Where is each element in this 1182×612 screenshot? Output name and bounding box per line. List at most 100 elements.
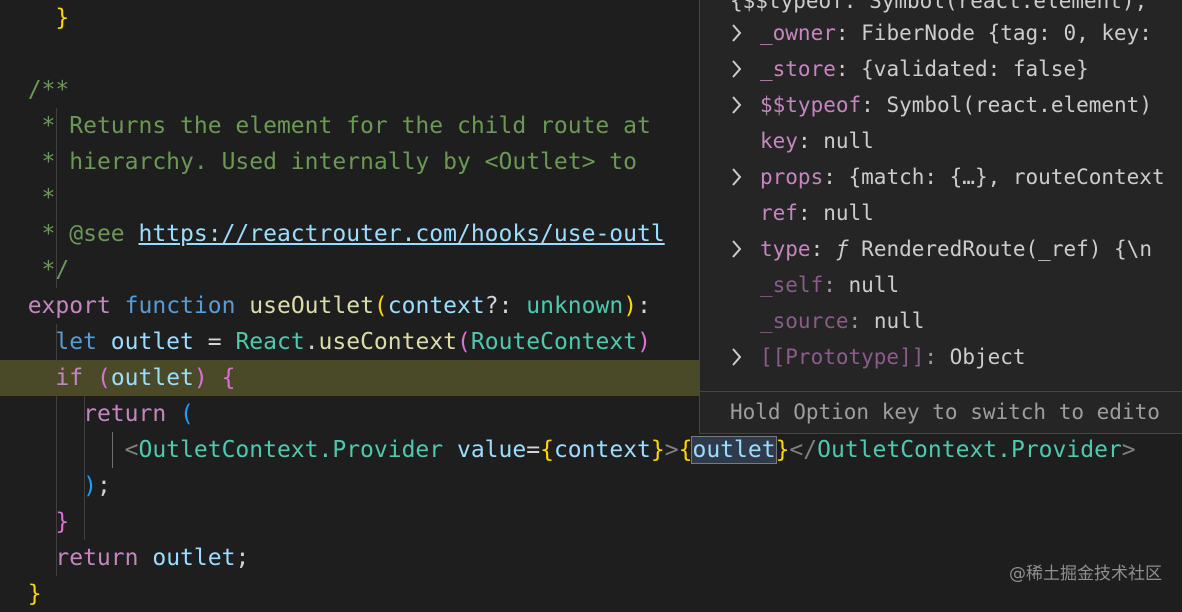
property-value: {validated: false}	[861, 57, 1089, 81]
brace: {	[221, 365, 236, 391]
hover-row[interactable]: _store: {validated: false}	[700, 51, 1182, 87]
property-key: _source	[760, 309, 849, 333]
brace: }	[650, 437, 665, 463]
paren: (	[96, 365, 111, 391]
hover-row[interactable]: _owner: FiberNode {tag: 0, key:	[700, 15, 1182, 51]
punct: ?:	[484, 293, 527, 319]
paren: )	[193, 365, 208, 391]
jsx-bracket: <	[124, 437, 139, 463]
property-key: key	[760, 129, 798, 153]
code-line: );	[0, 468, 1182, 504]
operator: =	[526, 437, 541, 463]
doc-comment-see: * @see	[27, 221, 139, 247]
property-colon: :	[823, 273, 849, 297]
brace: }	[27, 581, 42, 607]
hover-row[interactable]: props: {match: {…}, routeContext	[700, 159, 1182, 195]
paren: (	[457, 329, 471, 355]
jsx-bracket: </	[789, 437, 818, 463]
jsx-attr[interactable]: value	[457, 437, 526, 463]
property-colon: :	[823, 165, 849, 189]
var-outlet[interactable]: outlet	[152, 545, 235, 571]
property-colon: :	[924, 345, 950, 369]
punct: .	[304, 329, 319, 355]
brace: {	[678, 437, 693, 463]
hovered-var-outlet[interactable]: outlet	[691, 436, 777, 464]
property-key: props	[760, 165, 824, 189]
jsx-close-tag[interactable]: OutletContext.Provider	[817, 437, 1122, 463]
keyword-let: let	[55, 329, 97, 355]
punct: ;	[96, 473, 111, 499]
property-value: null	[823, 129, 874, 153]
hover-hint: Hold Option key to switch to edito	[700, 391, 1182, 433]
chevron-right-icon[interactable]	[730, 87, 750, 123]
property-key: [[Prototype]]	[760, 345, 925, 369]
keyword-if: if	[55, 365, 84, 391]
function-prefix: ƒ	[835, 237, 862, 261]
property-value: Symbol(react.element)	[886, 93, 1152, 117]
doc-comment-open: /**	[27, 77, 70, 103]
paren: )	[637, 329, 651, 355]
chevron-right-icon[interactable]	[730, 15, 750, 51]
property-value: null	[823, 201, 874, 225]
property-colon: :	[797, 201, 824, 225]
hover-row: key: null	[700, 123, 1182, 159]
debug-hover-popup[interactable]: {$$typeof: Symbol(react.element), _owner…	[699, 0, 1182, 434]
var-context[interactable]: context	[554, 437, 651, 463]
hover-row: ref: null	[700, 195, 1182, 231]
property-key: $$typeof	[760, 93, 862, 117]
jsx-bracket: >	[1121, 437, 1136, 463]
chevron-right-icon[interactable]	[730, 51, 750, 87]
chevron-right-icon[interactable]	[730, 231, 750, 267]
property-key: ref	[760, 201, 798, 225]
doc-comment-text: *	[27, 185, 56, 211]
doc-link[interactable]: https://reactrouter.com/hooks/use-outl	[138, 221, 664, 247]
code-line: return outlet;	[0, 540, 1182, 576]
keyword-return: return	[83, 401, 167, 427]
chevron-right-icon[interactable]	[730, 159, 750, 195]
property-colon: :	[797, 129, 824, 153]
hover-row[interactable]: $$typeof: Symbol(react.element)	[700, 87, 1182, 123]
param-name[interactable]: context	[388, 293, 485, 319]
keyword-function: function	[124, 293, 236, 319]
property-colon: :	[848, 309, 874, 333]
operator: =	[193, 329, 236, 355]
paren: (	[180, 401, 194, 427]
property-key: _owner	[760, 21, 836, 45]
property-value: Object	[949, 345, 1026, 369]
hover-row[interactable]: type: ƒ RenderedRoute(_ref) {\n	[700, 231, 1182, 267]
keyword-export: export	[27, 293, 111, 319]
chevron-right-icon[interactable]	[730, 339, 750, 375]
hover-row: _self: null	[700, 267, 1182, 303]
property-key: _self	[760, 273, 824, 297]
doc-comment-close: */	[27, 257, 70, 283]
brace: }	[775, 437, 790, 463]
code-line: }	[0, 504, 1182, 540]
paren: (	[373, 293, 388, 319]
watermark: @稀土掘金技术社区	[1009, 564, 1162, 584]
property-value: null	[848, 273, 900, 297]
var-outlet[interactable]: outlet	[111, 365, 194, 391]
jsx-tag[interactable]: OutletContext.Provider	[138, 437, 443, 463]
property-value: null	[873, 309, 925, 333]
route-context[interactable]: RouteContext	[471, 329, 637, 355]
property-colon: :	[835, 21, 862, 45]
property-key: _store	[760, 57, 836, 81]
doc-comment-text: * Returns the element for the child rout…	[27, 113, 651, 139]
var-outlet[interactable]: outlet	[111, 329, 194, 355]
method-usecontext[interactable]: useContext	[319, 329, 457, 355]
keyword-return: return	[55, 545, 139, 571]
function-name[interactable]: useOutlet	[249, 293, 374, 319]
property-colon: :	[835, 57, 862, 81]
brace: }	[55, 509, 70, 535]
property-value: {match: {…}, routeContext	[848, 165, 1165, 189]
property-value: FiberNode {tag: 0, key:	[861, 21, 1152, 45]
param-type[interactable]: unknown	[526, 293, 623, 319]
doc-comment-text: * hierarchy. Used internally by <Outlet>…	[27, 149, 637, 175]
brace: {	[540, 437, 554, 463]
property-colon: :	[861, 93, 887, 117]
react-object[interactable]: React	[235, 329, 304, 355]
punct: ;	[235, 545, 250, 571]
property-key: type	[760, 237, 811, 261]
hover-row[interactable]: [[Prototype]]: Object	[700, 339, 1182, 375]
property-value: RenderedRoute(_ref) {\n	[861, 237, 1152, 261]
